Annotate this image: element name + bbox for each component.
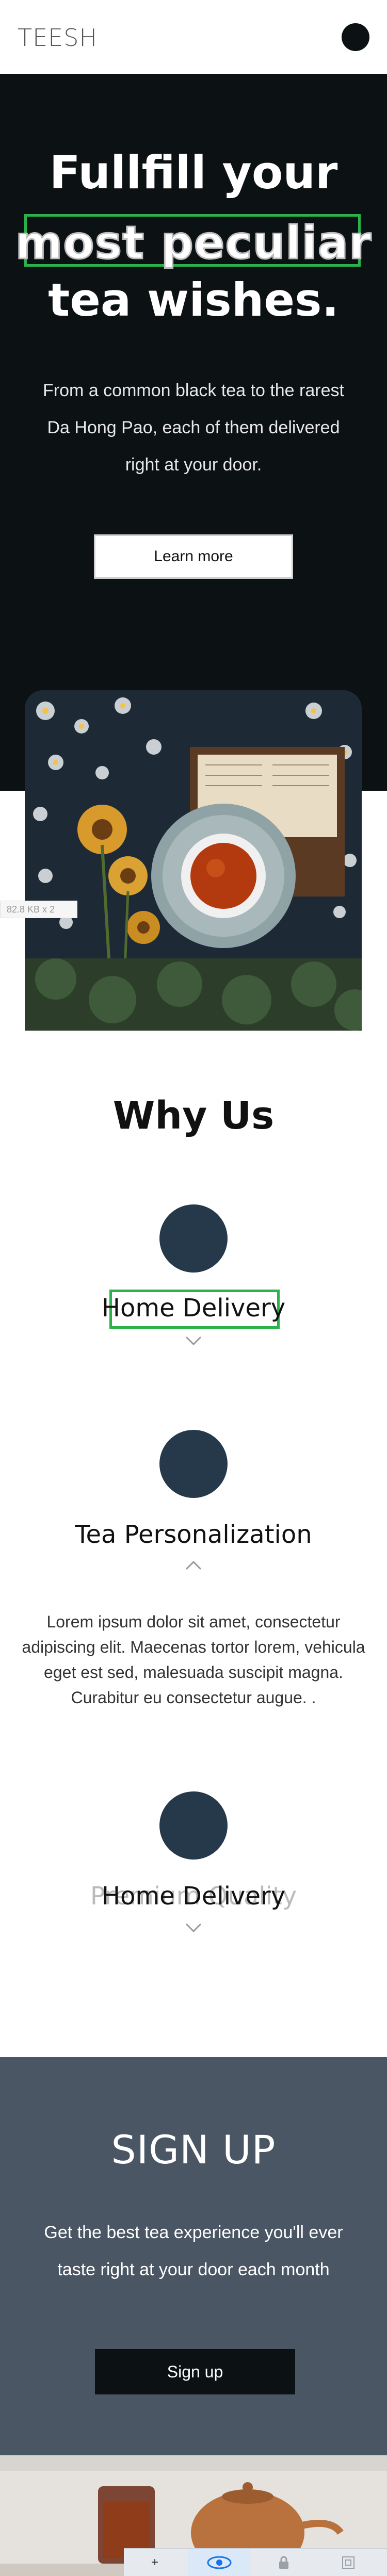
feature-title-tea-personalization[interactable]: Tea Personalization xyxy=(0,1520,387,1549)
feature-icon-circle xyxy=(159,1791,228,1860)
hero-title-line-1: Fullfill your xyxy=(49,146,338,199)
eye-icon-glyph xyxy=(207,2556,232,2569)
hero-section: Fullfill your most peculiar tea wishes. … xyxy=(0,74,387,791)
feature-title-home-delivery[interactable]: Home Delivery xyxy=(0,1294,387,1323)
feature-description: Lorem ipsum dolor sit amet, consectetur … xyxy=(22,1612,365,1707)
feature-title-home-delivery-2[interactable]: Home Delivery xyxy=(0,1882,387,1911)
chevron-up-icon[interactable] xyxy=(184,1557,203,1575)
lock-icon-glyph xyxy=(279,2556,288,2569)
bottom-toolbar: + xyxy=(124,2548,387,2576)
tea-cup-photo xyxy=(25,690,362,1031)
hero-title-line-3: tea wishes. xyxy=(48,273,339,327)
chevron-down-icon[interactable] xyxy=(184,1331,203,1349)
site-logo[interactable]: TEESH xyxy=(18,24,98,52)
hero-subtitle: From a common black tea to the rarest Da… xyxy=(43,381,344,475)
circle-menu-icon[interactable] xyxy=(342,23,369,51)
hero-title-line-2: most peculiar xyxy=(14,216,372,269)
tea-photo-illustration xyxy=(25,690,362,1031)
layers-icon[interactable] xyxy=(317,2549,379,2576)
feature-icon-circle xyxy=(159,1204,228,1273)
layers-icon-glyph xyxy=(342,2556,354,2569)
signup-section: SIGN UP Get the best tea experience you'… xyxy=(0,2057,387,2455)
feature-icon-circle xyxy=(159,1430,228,1498)
signup-button[interactable]: Sign up xyxy=(95,2349,295,2394)
why-us-title: Why Us xyxy=(112,1094,275,1138)
chevron-down-icon[interactable] xyxy=(184,1918,203,1936)
lock-icon[interactable] xyxy=(253,2549,315,2576)
site-header: TEESH xyxy=(0,0,387,74)
eye-icon[interactable] xyxy=(188,2549,250,2576)
learn-more-button[interactable]: Learn more xyxy=(94,534,293,579)
plus-icon[interactable]: + xyxy=(124,2549,186,2576)
signup-title: SIGN UP xyxy=(111,2127,276,2173)
signup-subtitle: Get the best tea experience you'll ever … xyxy=(44,2223,343,2279)
image-size-label: 82.8 KB x 2 xyxy=(0,901,77,918)
